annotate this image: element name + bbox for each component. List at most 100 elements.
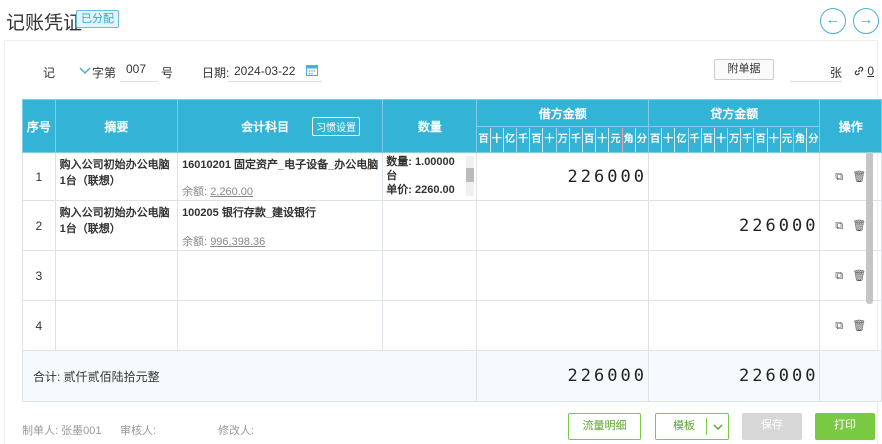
attachment-button[interactable]: 附单据 bbox=[714, 59, 774, 80]
credit-units: 百十亿千百十万千百十元角分 bbox=[647, 126, 821, 153]
row-qty[interactable] bbox=[382, 250, 478, 301]
link-icon bbox=[854, 66, 864, 76]
digit-unit-label: 千 bbox=[740, 127, 753, 152]
digit-unit-label: 角 bbox=[621, 127, 635, 152]
digit-unit-label: 百 bbox=[650, 133, 661, 145]
digit-unit-label: 千 bbox=[516, 127, 529, 152]
row-summary[interactable] bbox=[54, 300, 179, 351]
table-scrollbar[interactable] bbox=[866, 152, 873, 304]
table-row[interactable]: 4 ⧉ 🗑 bbox=[22, 300, 882, 351]
qty-scrollbar[interactable] bbox=[466, 156, 475, 196]
print-button[interactable]: 打印 bbox=[815, 413, 875, 440]
word-label: 字第 bbox=[92, 66, 117, 80]
col-account: 会计科目 习惯设置 bbox=[177, 99, 384, 153]
table-row[interactable]: 1 购入公司初始办公电脑1台（联想） 16010201 固定资产_电子设备_办公… bbox=[22, 152, 882, 201]
copy-icon[interactable]: ⧉ bbox=[835, 320, 843, 332]
digit-unit-label: 元 bbox=[779, 127, 793, 152]
col-seq: 序号 bbox=[22, 99, 56, 153]
voucher-type: 记 bbox=[43, 66, 56, 80]
total-debit-amount: 226000 bbox=[567, 366, 647, 386]
copy-icon[interactable]: ⧉ bbox=[835, 220, 843, 232]
flow-detail-button[interactable]: 流量明细 bbox=[568, 413, 641, 440]
digit-unit-label: 千 bbox=[568, 127, 582, 152]
template-button[interactable]: 模板 bbox=[655, 413, 729, 440]
digit-unit-label: 分 bbox=[634, 127, 648, 152]
row-credit[interactable] bbox=[647, 300, 821, 351]
debit-amount: 226000 bbox=[567, 166, 647, 187]
habit-settings-button[interactable]: 习惯设置 bbox=[312, 117, 361, 136]
chevron-down-icon bbox=[79, 67, 91, 75]
table-row[interactable]: 2 购入公司初始办公电脑1台（联想） 100205 银行存款_建设银行 余额: … bbox=[22, 200, 882, 251]
delete-icon[interactable]: 🗑 bbox=[852, 220, 866, 232]
col-qty: 数量 bbox=[382, 99, 478, 153]
debit-units: 百十亿千百十万千百十元角分 bbox=[476, 126, 649, 153]
row-qty[interactable] bbox=[382, 300, 478, 351]
row-seq: 4 bbox=[22, 300, 56, 351]
copy-icon[interactable]: ⧉ bbox=[835, 270, 843, 282]
row-account[interactable]: 16010201 固定资产_电子设备_办公电脑 余额: 2,260.00 bbox=[177, 152, 384, 201]
row-account[interactable] bbox=[177, 250, 384, 301]
digit-unit-label: 十 bbox=[766, 127, 780, 152]
header-bar: 记账凭证 已分配 ← → bbox=[0, 0, 882, 40]
voucher-table: 序号 摘要 会计科目 习惯设置 数量 借方金额 贷方金额 操作 百十亿千百十万千… bbox=[21, 99, 882, 402]
digit-unit-label: 千 bbox=[687, 127, 701, 152]
next-voucher-button[interactable]: → bbox=[853, 8, 879, 34]
digit-unit-label: 百 bbox=[529, 127, 542, 152]
digit-unit-label: 百 bbox=[581, 127, 595, 152]
row-credit[interactable] bbox=[647, 152, 821, 201]
digit-unit-label: 十 bbox=[542, 127, 555, 152]
debit-digit-units: 百十亿千百十万千百十元角分 bbox=[477, 127, 648, 152]
row-debit[interactable] bbox=[476, 200, 649, 251]
total-row: 合计: 贰仟贰佰陆拾元整 226000 226000 bbox=[21, 350, 882, 402]
row-summary[interactable]: 购入公司初始办公电脑1台（联想） bbox=[54, 200, 179, 251]
voucher-number-input[interactable]: 007 bbox=[120, 62, 158, 82]
delete-icon[interactable]: 🗑 bbox=[852, 270, 866, 282]
digit-unit-label: 万 bbox=[555, 127, 569, 152]
row-account[interactable] bbox=[177, 300, 384, 351]
credit-amount: 226000 bbox=[739, 215, 819, 236]
delete-icon[interactable]: 🗑 bbox=[852, 320, 866, 332]
date-input[interactable]: 2024-03-22 bbox=[228, 62, 322, 82]
balance-value: 996,398.36 bbox=[210, 236, 266, 248]
save-button[interactable]: 保存 bbox=[742, 413, 802, 440]
digit-unit-label: 百 bbox=[753, 127, 766, 152]
row-qty[interactable] bbox=[382, 200, 478, 251]
total-label: 合计: 贰仟贰佰陆拾元整 bbox=[21, 350, 478, 402]
row-ops: ⧉ 🗑 bbox=[819, 300, 882, 351]
attach-link[interactable]: 0 bbox=[854, 64, 874, 78]
row-seq: 1 bbox=[22, 152, 56, 201]
row-summary[interactable] bbox=[54, 250, 179, 301]
row-qty[interactable]: 数量: 1.00000 台 单价: 2260.00 bbox=[382, 152, 478, 201]
digit-unit-label: 百 bbox=[478, 133, 489, 145]
row-credit[interactable]: 226000 bbox=[647, 200, 821, 251]
digit-unit-label: 亿 bbox=[502, 127, 516, 152]
digit-unit-label: 亿 bbox=[674, 127, 687, 152]
row-seq: 2 bbox=[22, 200, 56, 251]
digit-unit-label: 十 bbox=[595, 127, 608, 152]
arrow-right-icon: → bbox=[858, 11, 874, 28]
credit-digit-units: 百十亿千百十万千百十元角分 bbox=[649, 127, 820, 152]
digit-unit-label: 元 bbox=[608, 127, 621, 152]
row-debit[interactable]: 226000 bbox=[476, 152, 649, 201]
page-title: 记账凭证 bbox=[6, 13, 83, 34]
digit-unit-label: 十 bbox=[489, 127, 503, 152]
maker-label: 制单人: 张墨001 bbox=[22, 425, 102, 437]
delete-icon[interactable]: 🗑 bbox=[852, 171, 866, 183]
row-summary[interactable]: 购入公司初始办公电脑1台（联想） bbox=[54, 152, 179, 201]
col-credit: 贷方金额 bbox=[647, 99, 821, 127]
calendar-icon[interactable] bbox=[306, 64, 318, 76]
prev-voucher-button[interactable]: ← bbox=[820, 8, 846, 34]
auditor-label: 审核人: bbox=[120, 425, 157, 437]
row-seq: 3 bbox=[22, 250, 56, 301]
date-label: 日期: bbox=[202, 66, 230, 80]
chevron-down-icon bbox=[713, 424, 723, 430]
row-debit[interactable] bbox=[476, 250, 649, 301]
row-credit[interactable] bbox=[647, 250, 821, 301]
digit-unit-label: 分 bbox=[806, 127, 819, 152]
row-debit[interactable] bbox=[476, 300, 649, 351]
col-debit: 借方金额 bbox=[476, 99, 649, 127]
table-row[interactable]: 3 ⧉ 🗑 bbox=[22, 250, 882, 301]
copy-icon[interactable]: ⧉ bbox=[835, 171, 843, 183]
digit-unit-label: 十 bbox=[661, 127, 674, 152]
row-account[interactable]: 100205 银行存款_建设银行 余额: 996,398.36 bbox=[177, 200, 384, 251]
